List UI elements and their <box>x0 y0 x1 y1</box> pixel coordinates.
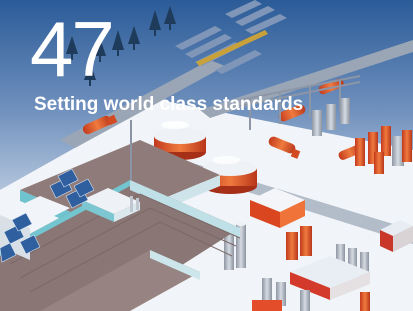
headline: Setting world class standards <box>34 94 304 115</box>
page-number: 47 <box>30 5 115 93</box>
page-canvas: 47 Setting world class standards <box>0 0 413 311</box>
